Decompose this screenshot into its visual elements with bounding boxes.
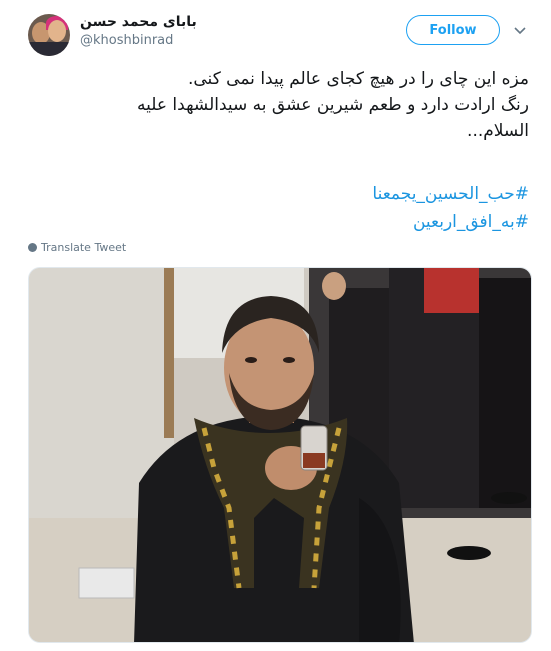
hashtag-link[interactable]: #به_افق_اربعین xyxy=(29,208,529,236)
tweet-photo[interactable] xyxy=(28,267,532,643)
display-name[interactable]: بابای محمد حسن xyxy=(80,14,197,30)
tweet-line: رنگ ارادت دارد و طعم شیرین عشق به سیدالش… xyxy=(137,95,529,115)
avatar[interactable] xyxy=(28,14,70,56)
hashtag-list: #حب_الحسین_یجمعنا #به_افق_اربعین xyxy=(29,180,529,236)
translate-tweet-link[interactable]: Translate Tweet xyxy=(28,241,126,254)
globe-icon xyxy=(28,243,37,252)
follow-button[interactable]: Follow xyxy=(406,15,500,45)
chevron-down-icon[interactable] xyxy=(512,22,528,38)
tweet-line: مزه این چای را در هیچ کجای عالم پیدا نمی… xyxy=(187,69,529,89)
tweet-card: بابای محمد حسن @khoshbinrad Follow مزه ا… xyxy=(0,0,551,651)
hashtag-link[interactable]: #حب_الحسین_یجمعنا xyxy=(29,180,529,208)
translate-label: Translate Tweet xyxy=(41,241,127,254)
tweet-line: السلام... xyxy=(467,121,529,141)
tweet-text: مزه این چای را در هیچ کجای عالم پیدا نمی… xyxy=(29,66,529,144)
user-handle[interactable]: @khoshbinrad xyxy=(80,33,173,48)
